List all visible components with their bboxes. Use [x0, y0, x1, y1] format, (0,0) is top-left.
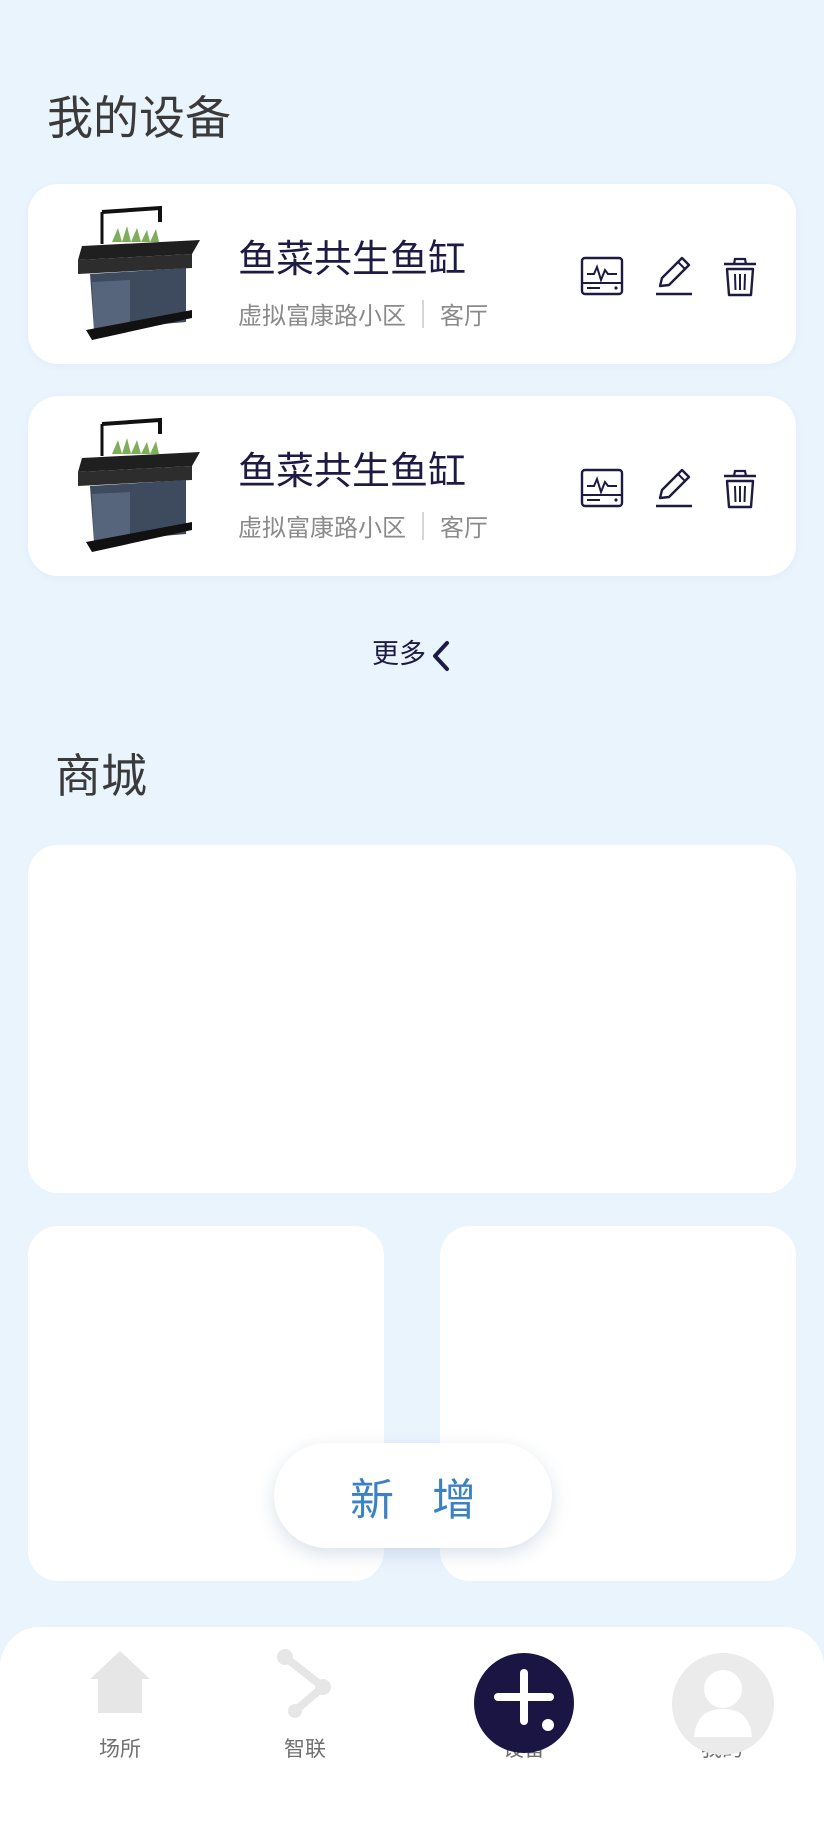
- bottom-tab-bar: 场所 智联 设备 我的: [0, 1627, 824, 1834]
- location-divider: [422, 511, 424, 540]
- location-divider: [422, 299, 424, 328]
- mall-banner-card[interactable]: [28, 845, 796, 1193]
- trash-icon[interactable]: [718, 254, 762, 298]
- devices-section-title: 我的设备: [47, 91, 231, 145]
- chevron-left-icon: [433, 640, 449, 671]
- plus-icon: [474, 1653, 574, 1753]
- link-nodes-icon: [277, 1649, 331, 1718]
- add-device-button[interactable]: 新增: [274, 1443, 552, 1548]
- home-icon: [90, 1651, 150, 1713]
- device-location: 虚拟富康路小区 客厅: [238, 508, 488, 543]
- device-community: 虚拟富康路小区: [238, 514, 406, 542]
- edit-icon[interactable]: [652, 466, 696, 510]
- device-card[interactable]: 鱼菜共生鱼缸 虚拟富康路小区 客厅: [28, 396, 796, 576]
- edit-icon[interactable]: [652, 254, 696, 298]
- tab-label: 智联: [284, 1737, 326, 1761]
- trash-icon[interactable]: [718, 466, 762, 510]
- device-community: 虚拟富康路小区: [238, 302, 406, 330]
- tab-mine[interactable]: 我的: [642, 1627, 802, 1777]
- tab-places[interactable]: 场所: [40, 1627, 200, 1777]
- aquarium-image: [78, 417, 200, 552]
- device-card[interactable]: 鱼菜共生鱼缸 虚拟富康路小区 客厅: [28, 184, 796, 364]
- mall-section-title: 商城: [55, 749, 147, 803]
- more-label: 更多: [372, 639, 426, 670]
- device-room: 客厅: [440, 514, 488, 542]
- aquarium-image: [78, 205, 200, 340]
- user-avatar-icon: [672, 1653, 774, 1755]
- device-name: 鱼菜共生鱼缸: [238, 449, 467, 493]
- device-name: 鱼菜共生鱼缸: [238, 237, 467, 281]
- more-button[interactable]: 更多: [0, 632, 824, 672]
- device-room: 客厅: [440, 302, 488, 330]
- monitor-icon[interactable]: [580, 254, 624, 298]
- tab-label: 场所: [99, 1737, 141, 1761]
- device-location: 虚拟富康路小区 客厅: [238, 296, 488, 331]
- tab-smart-link[interactable]: 智联: [225, 1627, 385, 1777]
- monitor-icon[interactable]: [580, 466, 624, 510]
- tab-devices[interactable]: 设备: [444, 1627, 604, 1777]
